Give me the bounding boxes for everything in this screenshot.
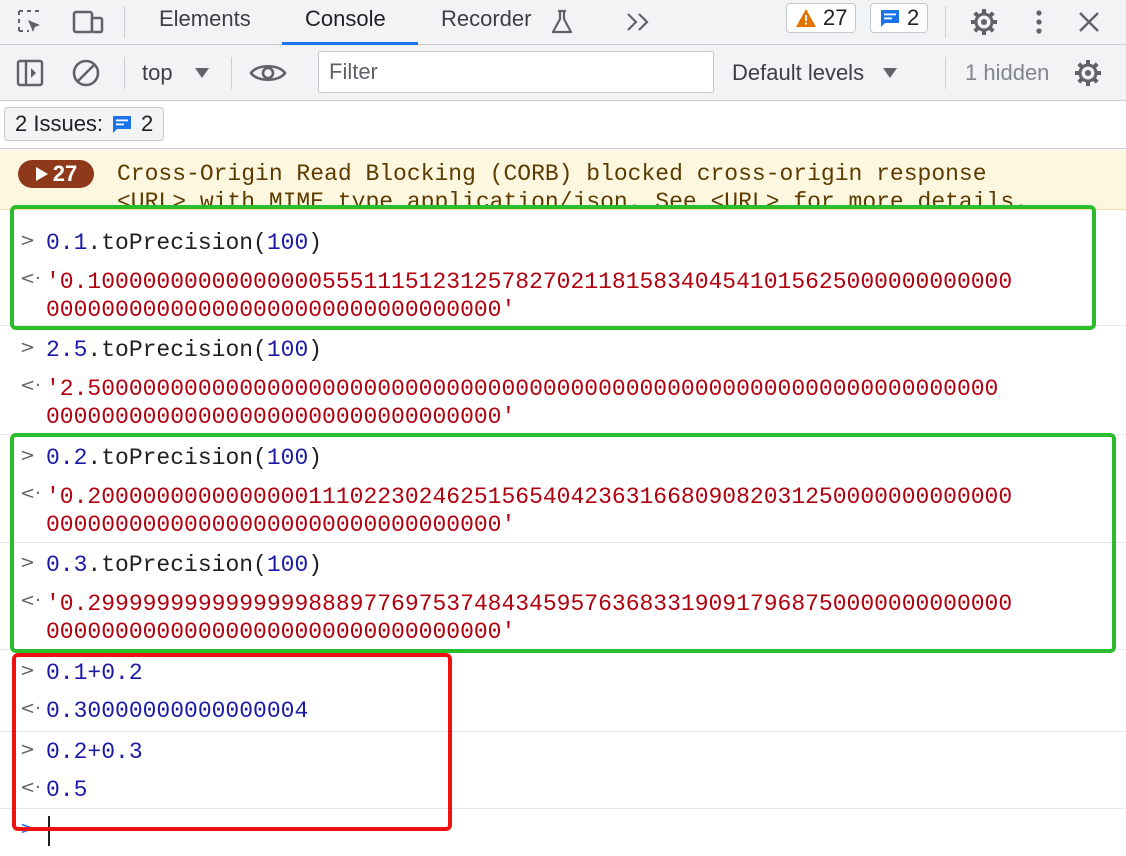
- warning-text-line2: <URL> with MIME type application/json. S…: [117, 189, 1028, 210]
- warnings-badge[interactable]: 27: [786, 3, 857, 33]
- input-prompt-icon: >: [20, 552, 36, 573]
- input-prompt-icon: >: [20, 337, 36, 358]
- flask-icon: [548, 0, 576, 44]
- filter-input[interactable]: [318, 51, 714, 93]
- console-output-line[interactable]: <· 0.30000000000000004: [0, 696, 1126, 732]
- console-input-line[interactable]: > 0.3.toPrecision(100): [0, 550, 1126, 580]
- warning-icon: [796, 9, 816, 27]
- output-prompt-icon: <·: [20, 483, 41, 504]
- console-settings-gear-icon[interactable]: [1070, 51, 1106, 95]
- output-prompt-icon: <·: [20, 375, 41, 396]
- message-icon: [113, 116, 132, 133]
- warning-repeat-badge: 27: [18, 160, 94, 188]
- context-selector[interactable]: top: [142, 45, 173, 101]
- devtools-tabbar: Elements Console Recorder 27 2: [0, 0, 1126, 45]
- issues-bar: 2 Issues: 2: [0, 101, 1126, 149]
- input-prompt-icon: >: [20, 445, 36, 466]
- chevron-down-icon[interactable]: [878, 51, 902, 95]
- toolbar-divider: [231, 57, 232, 89]
- toolbar-divider: [124, 6, 125, 38]
- console-output-line[interactable]: <· '0.2999999999999999888977697537484345…: [0, 580, 1126, 650]
- tab-elements[interactable]: Elements: [159, 0, 251, 45]
- toolbar-divider: [945, 6, 946, 38]
- message-icon: [881, 10, 899, 27]
- issues-label: 2 Issues:: [15, 111, 104, 136]
- console-input-line[interactable]: > 0.2+0.3: [0, 737, 1126, 767]
- output-prompt-icon: <·: [20, 777, 41, 798]
- console-output-line[interactable]: <· '0.2000000000000000111022302462515654…: [0, 473, 1126, 543]
- console-input-line[interactable]: > 0.2.toPrecision(100): [0, 443, 1126, 473]
- sidebar-toggle-icon[interactable]: [12, 51, 48, 95]
- eye-icon[interactable]: [246, 51, 290, 95]
- chevron-down-icon[interactable]: [190, 51, 214, 95]
- console-prompt[interactable]: >: [0, 814, 1126, 850]
- inspect-element-icon[interactable]: [12, 0, 48, 44]
- clear-console-icon[interactable]: [68, 51, 104, 95]
- tab-recorder[interactable]: Recorder: [441, 0, 531, 45]
- more-options-icon[interactable]: [1024, 0, 1054, 44]
- messages-count: 2: [907, 5, 920, 30]
- toolbar-divider: [124, 57, 125, 89]
- corb-warning-message[interactable]: 27 Cross-Origin Read Blocking (CORB) blo…: [0, 150, 1126, 210]
- messages-badge[interactable]: 2: [870, 3, 929, 33]
- output-prompt-icon: <·: [20, 590, 41, 611]
- input-prompt-icon: >: [20, 660, 36, 681]
- issues-count: 2: [141, 111, 154, 136]
- settings-gear-icon[interactable]: [964, 0, 1004, 44]
- log-levels-dropdown[interactable]: Default levels: [732, 45, 864, 101]
- output-prompt-icon: <·: [20, 698, 41, 719]
- warnings-count: 27: [823, 5, 848, 30]
- more-tabs-icon[interactable]: [620, 0, 656, 44]
- console-output-line[interactable]: <· 0.5: [0, 775, 1126, 809]
- device-toolbar-icon[interactable]: [68, 0, 108, 44]
- input-prompt-icon: >: [20, 230, 36, 251]
- output-prompt-icon: <·: [20, 268, 41, 289]
- console-output-line[interactable]: <· '0.1000000000000000055511151231257827…: [0, 258, 1126, 326]
- input-prompt-icon: >: [20, 739, 36, 760]
- hidden-count: 1 hidden: [965, 60, 1050, 85]
- console-input-line[interactable]: > 0.1.toPrecision(100): [0, 228, 1126, 258]
- console-output: 27 Cross-Origin Read Blocking (CORB) blo…: [0, 150, 1126, 856]
- issues-button[interactable]: 2 Issues: 2: [4, 107, 165, 141]
- warning-text-line1: Cross-Origin Read Blocking (CORB) blocke…: [117, 161, 987, 187]
- input-prompt-icon: >: [20, 818, 36, 839]
- console-output-line[interactable]: <· '2.5000000000000000000000000000000000…: [0, 365, 1126, 435]
- tab-console[interactable]: Console: [305, 0, 386, 45]
- console-input-line[interactable]: > 2.5.toPrecision(100): [0, 335, 1126, 365]
- toolbar-divider: [945, 57, 946, 89]
- console-input-line[interactable]: > 0.1+0.2: [0, 658, 1126, 688]
- close-icon[interactable]: [1072, 0, 1106, 44]
- console-toolbar: top Default levels 1 hidden: [0, 45, 1126, 101]
- expand-triangle-icon: [35, 167, 48, 181]
- text-cursor: [48, 816, 50, 846]
